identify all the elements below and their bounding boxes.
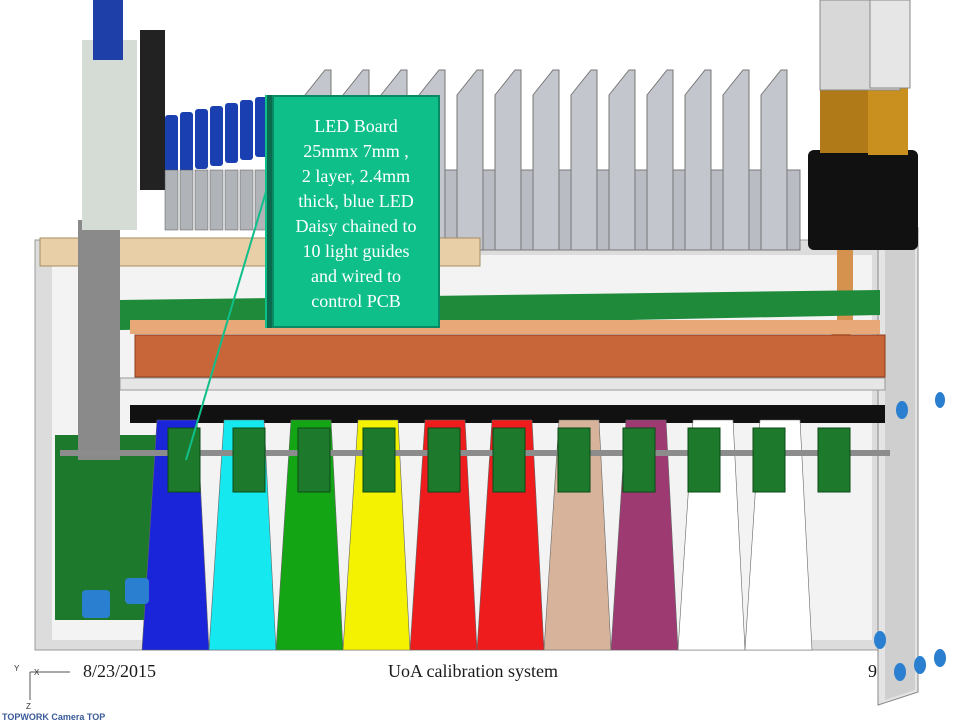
heatsink-fin — [494, 69, 522, 251]
plate-bar — [119, 377, 886, 391]
blue-knob — [180, 112, 193, 172]
led-board-callout: LED Board 25mmx 7mm , 2 layer, 2.4mm thi… — [272, 95, 440, 328]
blue-knob — [240, 100, 253, 160]
steel-fitting — [869, 0, 911, 89]
led-board — [492, 427, 526, 493]
slide-number: 9 — [868, 661, 877, 681]
right-bracket-shade — [885, 238, 915, 700]
copper-plate — [134, 334, 886, 378]
steel-knob — [164, 169, 179, 231]
led-board — [752, 427, 786, 493]
callout-line: Daisy chained to — [295, 216, 417, 236]
left-post — [78, 220, 120, 460]
steel-knob — [194, 169, 209, 231]
callout-line: LED Board — [314, 116, 398, 136]
callout-line: 10 light guides — [302, 241, 410, 261]
heatsink-fin — [570, 69, 598, 251]
bolt — [896, 401, 908, 419]
callout-line: 2 layer, 2.4mm — [301, 166, 411, 186]
led-board — [297, 427, 331, 493]
blue-knob — [210, 106, 223, 166]
led-board — [427, 427, 461, 493]
blue-knob — [195, 109, 208, 169]
callout-line: thick, blue LED — [298, 191, 414, 211]
bolt — [914, 656, 926, 674]
heatsink-fin — [456, 69, 484, 251]
cad-render — [29, 0, 946, 706]
slide: LED Board 25mmx 7mm , 2 layer, 2.4mm thi… — [0, 0, 960, 720]
connector-block — [808, 150, 918, 250]
brass-fitting — [868, 85, 908, 155]
foot — [82, 590, 110, 618]
blue-knob — [165, 115, 178, 175]
footer-date: 8/23/2015 — [83, 661, 157, 681]
led-board — [362, 427, 396, 493]
led-board — [557, 427, 591, 493]
callout-line: control PCB — [311, 291, 401, 311]
connector-cluster — [164, 97, 269, 231]
heatsink-fin — [760, 69, 788, 251]
bolt — [894, 663, 906, 681]
corner-logo: TOPWORK Camera TOP — [2, 712, 106, 720]
heatsink-fin — [608, 69, 636, 251]
heatsink-fin — [646, 69, 674, 251]
blue-knob — [225, 103, 238, 163]
pcb-strip — [130, 320, 880, 334]
bolt — [934, 649, 946, 667]
led-board — [232, 427, 266, 493]
callout-line: and wired to — [311, 266, 401, 286]
led-board — [687, 427, 721, 493]
heatsink-fin — [532, 69, 560, 251]
led-board — [622, 427, 656, 493]
heatsink-fin — [722, 69, 750, 251]
blue-cable — [93, 0, 123, 60]
steel-knob — [239, 169, 254, 231]
steel-knob — [209, 169, 224, 231]
triad-x-label: X — [34, 668, 40, 677]
steel-knob — [224, 169, 239, 231]
blue-knob — [255, 97, 268, 157]
bolt — [874, 631, 886, 649]
black-cable — [140, 30, 165, 190]
foot — [125, 578, 149, 604]
led-board — [817, 427, 851, 493]
footer-title: UoA calibration system — [388, 661, 558, 681]
left-post-top — [82, 40, 137, 230]
callout-line: 25mmx 7mm , — [303, 141, 409, 161]
steel-knob — [179, 169, 194, 231]
heatsink-fin — [684, 69, 712, 251]
triad-z-label: Z — [26, 702, 31, 711]
led-board — [167, 427, 201, 493]
bolt — [935, 392, 945, 408]
triad-y-label: Y — [14, 664, 20, 673]
